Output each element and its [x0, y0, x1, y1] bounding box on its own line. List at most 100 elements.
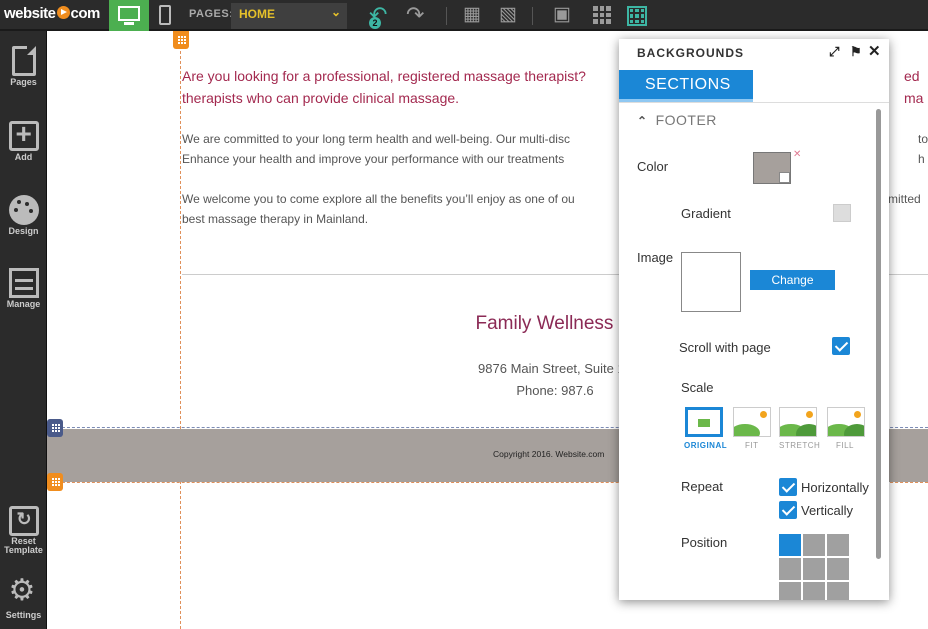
desktop-icon	[118, 6, 140, 21]
position-cell-bottom-left[interactable]	[779, 582, 801, 600]
scale-fit-option[interactable]	[733, 407, 771, 437]
intro-line-1-tail: ed ma	[904, 68, 924, 106]
section-handle-top[interactable]	[173, 31, 189, 49]
page-selector-value: HOME	[239, 7, 275, 21]
paragraph-2-tail: mitted	[888, 192, 921, 206]
add-icon	[8, 118, 39, 151]
logo-text-pre: website	[4, 5, 56, 22]
editor-root: website com PAGES: HOME ⌄ ↶ 2 ↷ ▦ ▧ ▣ Page…	[0, 0, 928, 629]
tab-sections[interactable]: SECTIONS	[619, 70, 753, 102]
redo-button[interactable]: ↷	[406, 4, 424, 26]
scale-stretch-option[interactable]	[779, 407, 817, 437]
backgrounds-panel: BACKGROUNDS ⤢ ⚑ ✕ SECTIONS ⌃ FOOTER Color…	[619, 39, 889, 600]
color-label: Color	[637, 159, 669, 174]
tab-divider	[619, 102, 889, 103]
landscape-hill	[734, 424, 760, 436]
logo-play-icon	[56, 6, 70, 19]
position-grid	[779, 534, 851, 600]
reset-icon	[8, 506, 39, 536]
change-image-button[interactable]: Change	[750, 270, 835, 290]
section-header-footer[interactable]: ⌃ FOOTER	[637, 112, 717, 128]
repeat-vertically-checkbox[interactable]	[779, 501, 797, 519]
scale-original-label: ORIGINAL	[684, 441, 728, 450]
landscape-sun	[854, 411, 861, 418]
undo-count-badge: 2	[369, 17, 381, 29]
color-swatch[interactable]	[753, 152, 791, 184]
panel-title: BACKGROUNDS	[637, 46, 744, 60]
pin-icon[interactable]: ⚑	[850, 44, 862, 60]
sidebar-item-pages[interactable]: Pages	[0, 46, 47, 87]
pages-label: PAGES:	[189, 8, 234, 20]
website-logo[interactable]: website com	[4, 5, 100, 22]
sidebar-item-label: Add	[14, 152, 33, 162]
clear-color-icon[interactable]: ✕	[793, 149, 801, 160]
sidebar-item-label: Pages	[10, 77, 37, 87]
collapse-icon[interactable]: ⤢	[829, 44, 839, 60]
pages-icon	[11, 46, 36, 76]
logo-text-post: com	[70, 5, 101, 22]
sidebar-item-label: Design	[8, 226, 39, 236]
sidebar-item-manage[interactable]: Manage	[0, 268, 47, 309]
gradient-label: Gradient	[681, 206, 731, 221]
gradient-swatch[interactable]	[833, 204, 851, 222]
position-cell-middle-center[interactable]	[803, 558, 825, 580]
landscape-sun	[806, 411, 813, 418]
mobile-view-button[interactable]	[159, 5, 171, 25]
top-toolbar: website com PAGES: HOME ⌄ ↶ 2 ↷ ▦ ▧ ▣	[0, 0, 928, 31]
scale-fill-label: FILL	[836, 441, 855, 450]
toolbar-divider	[532, 7, 533, 25]
preview-icon[interactable]: ▣	[553, 5, 571, 25]
scale-fill-option[interactable]	[827, 407, 865, 437]
palette-icon	[8, 195, 39, 225]
image-label: Image	[637, 250, 674, 265]
chevron-down-icon: ⌄	[330, 5, 341, 19]
position-cell-bottom-right[interactable]	[827, 582, 849, 600]
position-cell-top-left[interactable]	[779, 534, 801, 556]
manage-icon	[8, 268, 39, 298]
grid-icon[interactable]	[593, 6, 611, 24]
repeat-horizontally-checkbox[interactable]	[779, 478, 797, 496]
intro-line-1: Are you looking for a professional, regi…	[182, 68, 586, 84]
scale-label: Scale	[681, 380, 714, 395]
landscape-hill	[796, 424, 816, 436]
scroll-with-page-label: Scroll with page	[679, 340, 771, 355]
sidebar-item-settings[interactable]: Settings	[0, 573, 47, 620]
sidebar-item-label: Reset Template	[4, 536, 43, 555]
desktop-view-button[interactable]	[109, 0, 149, 31]
image-icon	[698, 419, 710, 427]
position-cell-bottom-center[interactable]	[803, 582, 825, 600]
scale-original-option[interactable]	[685, 407, 723, 437]
position-cell-top-center[interactable]	[803, 534, 825, 556]
left-sidebar: Pages Add Design Manage Reset Template S…	[0, 31, 47, 629]
sidebar-item-design[interactable]: Design	[0, 195, 47, 236]
paragraph-2-line-1: We welcome you to come explore all the b…	[182, 192, 575, 206]
copyright-text[interactable]: Copyright 2016. Website.com	[493, 449, 604, 459]
sidebar-item-reset-template[interactable]: Reset Template	[0, 506, 47, 555]
paste-page-icon[interactable]: ▧	[499, 5, 517, 25]
position-cell-middle-right[interactable]	[827, 558, 849, 580]
desktop-icon-stand	[124, 22, 134, 25]
sidebar-item-label: Manage	[6, 299, 41, 309]
sidebar-item-label: Settings	[5, 610, 42, 620]
close-icon[interactable]: ✕	[868, 42, 881, 60]
copy-page-icon[interactable]: ▦	[463, 5, 481, 25]
position-cell-middle-left[interactable]	[779, 558, 801, 580]
scale-fit-label: FIT	[745, 441, 759, 450]
panel-scrollbar[interactable]	[876, 109, 881, 559]
snap-grid-icon[interactable]	[627, 6, 647, 26]
repeat-horizontally-label: Horizontally	[801, 480, 869, 495]
page-selector[interactable]: HOME ⌄	[231, 3, 347, 29]
section-handle-bottom[interactable]	[47, 473, 63, 491]
vertical-guide-line[interactable]	[180, 31, 181, 629]
position-cell-top-right[interactable]	[827, 534, 849, 556]
sidebar-item-add[interactable]: Add	[0, 118, 47, 162]
repeat-vertically-label: Vertically	[801, 503, 854, 518]
image-preview[interactable]	[681, 252, 741, 312]
scroll-with-page-checkbox[interactable]	[832, 337, 850, 355]
landscape-hill	[844, 424, 864, 436]
section-handle-footer[interactable]	[47, 419, 63, 437]
paragraph-1-line-1: We are committed to your long term healt…	[182, 132, 570, 146]
scale-stretch-label: STRETCH	[779, 441, 821, 450]
section-header-label: FOOTER	[655, 112, 717, 128]
position-label: Position	[681, 535, 728, 550]
